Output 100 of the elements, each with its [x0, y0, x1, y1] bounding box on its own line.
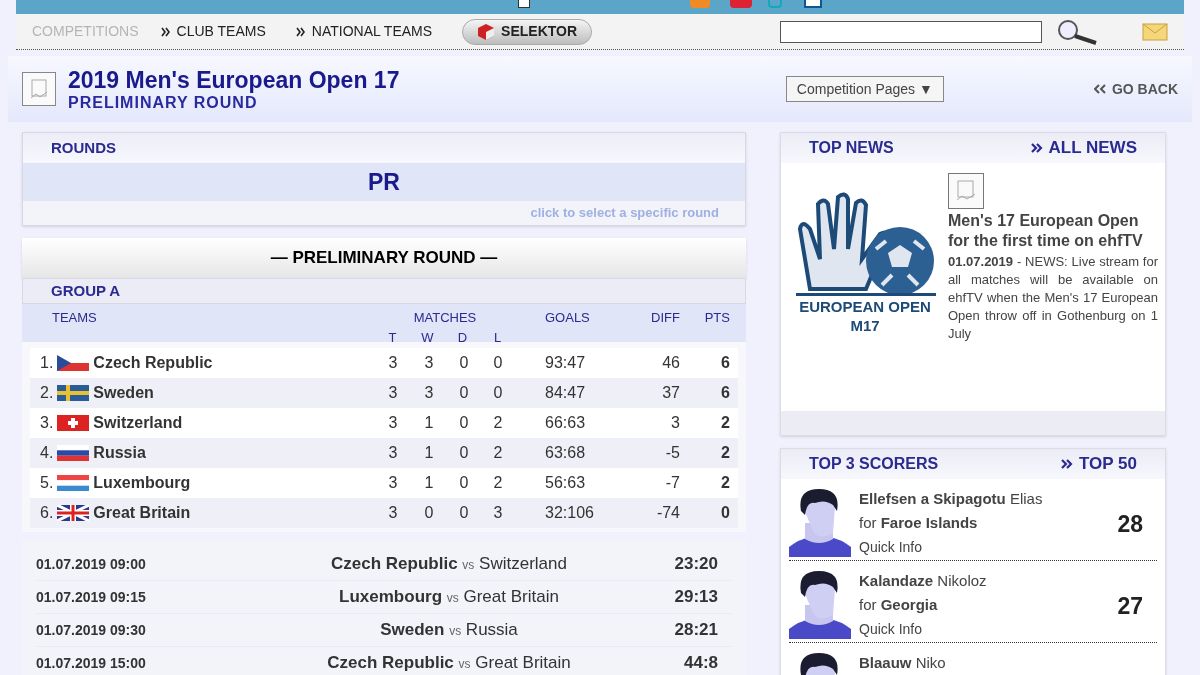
- table-cell: 0: [459, 354, 469, 371]
- match-teams[interactable]: Sweden vs Russia: [380, 617, 518, 643]
- match-teams[interactable]: Czech Republic vs Switzerland: [331, 551, 567, 577]
- table-cell: 2: [493, 414, 503, 431]
- scorer-team: for Georgia: [859, 595, 939, 615]
- search-field[interactable]: [780, 20, 1042, 43]
- column-header: D: [457, 329, 468, 345]
- position-number: 4.: [40, 443, 54, 463]
- chevron-icon: [295, 26, 306, 37]
- flag-icon: [57, 415, 90, 431]
- table-cell: 2: [721, 414, 730, 431]
- round-tab[interactable]: PR: [23, 163, 745, 201]
- column-header: TEAMS: [52, 310, 97, 325]
- team-name[interactable]: Czech Republic: [93, 351, 213, 375]
- double-chevron-icon: [1093, 84, 1106, 94]
- scorer-team: for Faroe Islands: [859, 513, 979, 533]
- scorer-name[interactable]: Ellefsen a Skipagotu Elias: [859, 487, 1118, 511]
- table-cell: 1: [424, 474, 434, 491]
- team-name[interactable]: Luxembourg: [93, 471, 191, 495]
- column-header: W: [421, 329, 434, 345]
- team-name[interactable]: Switzerland: [93, 411, 183, 435]
- table-cell: 0: [493, 384, 503, 401]
- news-summary: 01.07.2019 - NEWS: Live stream for all matches will be available on ehfTV when the Men's 17 European Open throw off in Gothenburg on 1 July: [948, 253, 1158, 343]
- table-cell: -7: [665, 474, 680, 491]
- table-cell: 56:63: [545, 474, 586, 491]
- table-cell: 0: [459, 414, 469, 431]
- table-cell: 3: [424, 354, 434, 371]
- match-date: 01.07.2019 09:30: [36, 620, 147, 640]
- column-header: PTS: [704, 310, 730, 325]
- table-cell: 0: [424, 504, 434, 521]
- table-cell: 46: [662, 354, 680, 371]
- column-header: GOALS: [545, 310, 590, 325]
- match-teams[interactable]: Czech Republic vs Great Britain: [327, 650, 571, 675]
- flag-icon: [57, 385, 90, 401]
- go-back-link[interactable]: GO BACK: [1093, 78, 1178, 100]
- table-cell: 3: [671, 414, 680, 431]
- table-cell: 93:47: [545, 354, 586, 371]
- table-cell: 3: [388, 354, 398, 371]
- quick-info-link[interactable]: Quick Info: [859, 535, 923, 559]
- flag-icon: [57, 445, 90, 461]
- table-cell: 3: [388, 444, 398, 461]
- column-header: MATCHES: [413, 309, 477, 327]
- table-cell: 37: [662, 384, 680, 401]
- table-cell: 1: [424, 444, 434, 461]
- news-headline[interactable]: Men's 17 European Open for the first time on ehfTV: [948, 211, 1158, 251]
- team-name[interactable]: Great Britain: [93, 501, 191, 525]
- nav-link[interactable]: CLUB TEAMS: [160, 21, 266, 42]
- match-date: 01.07.2019 09:15: [36, 587, 147, 607]
- table-cell: 2: [721, 474, 730, 491]
- column-header: T: [388, 329, 397, 345]
- flag-icon: [57, 355, 90, 371]
- table-cell: 1: [424, 414, 434, 431]
- panel-link[interactable]: ALL NEWS: [1030, 135, 1137, 161]
- scorer-name[interactable]: Kalandaze Nikoloz: [859, 569, 1118, 593]
- group-heading: GROUP A: [51, 280, 121, 301]
- table-cell: 2: [493, 474, 503, 491]
- match-date: 01.07.2019 09:00: [36, 554, 147, 574]
- panel-heading: TOP 3 SCORERS: [809, 454, 939, 474]
- match-score[interactable]: 44:8: [632, 650, 732, 675]
- selektor-button[interactable]: SELEKTOR: [462, 18, 593, 45]
- match-teams[interactable]: Luxembourg vs Great Britain: [339, 584, 559, 610]
- table-cell: 6: [721, 354, 730, 371]
- cube-icon: [477, 22, 496, 41]
- page-subtitle: PRELIMINARY ROUND: [68, 93, 259, 112]
- table-cell: 3: [388, 384, 398, 401]
- table-cell: 0: [459, 504, 469, 521]
- team-name[interactable]: Sweden: [93, 381, 154, 405]
- section-title: — PRELIMINARY ROUND —: [270, 247, 498, 270]
- scorer-name[interactable]: Blaauw Niko: [859, 651, 1157, 675]
- chevron-icon: [160, 26, 171, 37]
- column-header: DIFF: [651, 310, 680, 325]
- table-cell: 63:68: [545, 444, 586, 461]
- table-cell: 0: [721, 504, 730, 521]
- nav-link[interactable]: NATIONAL TEAMS: [295, 21, 433, 42]
- team-name[interactable]: Russia: [93, 441, 146, 465]
- competition-pages-dropdown[interactable]: Competition Pages ▼: [785, 76, 944, 102]
- table-cell: 3: [388, 504, 398, 521]
- match-date: 01.07.2019 15:00: [36, 653, 147, 673]
- position-number: 3.: [40, 413, 54, 433]
- panel-link[interactable]: TOP 50: [1061, 451, 1137, 477]
- goal-count: 27: [1117, 592, 1143, 621]
- match-score[interactable]: 23:20: [632, 551, 732, 577]
- table-cell: 3: [424, 384, 434, 401]
- table-cell: 6: [721, 384, 730, 401]
- panel-heading: TOP NEWS: [809, 138, 894, 158]
- table-cell: 0: [459, 384, 469, 401]
- image-placeholder-icon: [948, 173, 984, 209]
- table-cell: 2: [493, 444, 503, 461]
- quick-info-link[interactable]: Quick Info: [859, 617, 923, 641]
- person-avatar-icon: [789, 487, 851, 557]
- table-cell: 32:106: [545, 504, 594, 521]
- match-score[interactable]: 29:13: [632, 584, 732, 610]
- panel-heading: ROUNDS: [23, 133, 745, 163]
- table-cell: 66:63: [545, 414, 586, 431]
- match-score[interactable]: 28:21: [632, 617, 732, 643]
- table-cell: 0: [459, 444, 469, 461]
- table-cell: 3: [493, 504, 503, 521]
- position-number: 1.: [40, 353, 54, 373]
- logo-text: M17: [850, 316, 880, 335]
- flag-icon: [57, 505, 90, 521]
